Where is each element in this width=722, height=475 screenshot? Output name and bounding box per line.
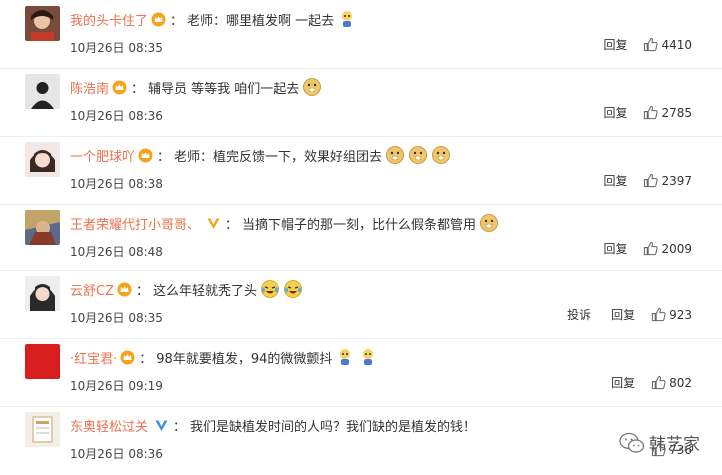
comment-item: 一个肥球吖 ： 老师：植完反馈一下，效果好组团去 10月26日 08:38 回复… (0, 136, 722, 205)
like-count: 4410 (661, 37, 692, 52)
comment-time: 10月26日 08:35 (70, 311, 163, 325)
report-button[interactable]: 投诉 (567, 306, 591, 323)
doge-emoji-icon (302, 77, 322, 97)
comment-time: 10月26日 08:36 (70, 447, 163, 461)
thumbs-up-icon (644, 241, 659, 256)
doge-emoji-icon (385, 145, 405, 165)
like-count: 2009 (661, 241, 692, 256)
reply-button[interactable]: 回复 (603, 104, 627, 121)
colon-separator: ： (225, 217, 239, 233)
thumbs-up-icon (644, 173, 659, 188)
bald-head-emoji-icon (358, 347, 378, 367)
comment-text: 98年就要植发，94的微微颤抖 (156, 351, 333, 367)
like-button[interactable]: 2009 (643, 241, 692, 256)
watermark: 韩艺家 (619, 430, 700, 455)
comment-time: 10月26日 08:35 (70, 41, 163, 55)
vip-crown-icon (120, 350, 135, 365)
comment-time: 10月26日 09:19 (70, 379, 163, 393)
vip-crown-icon (112, 80, 127, 95)
thumbs-up-icon (644, 37, 659, 52)
comment-text: 辅导员 等等我 咱们一起去 (148, 81, 300, 97)
colon-separator: ： (170, 13, 184, 29)
avatar[interactable] (25, 142, 60, 177)
laughing-tears-emoji-icon (260, 279, 280, 299)
doge-emoji-icon (408, 145, 428, 165)
avatar[interactable] (25, 344, 60, 379)
comment-time: 10月26日 08:38 (70, 177, 163, 191)
comment-item: 东奥轻松过关 ： 我们是缺植发时间的人吗？我们缺的是植发的钱！ 10月26日 0… (0, 406, 722, 475)
comment-item: 陈浩南 ： 辅导员 等等我 咱们一起去 10月26日 08:36 回复 2785 (0, 68, 722, 137)
like-button[interactable]: 923 (651, 307, 692, 322)
like-button[interactable]: 4410 (643, 37, 692, 52)
comment-text: 这么年轻就秃了头 (153, 283, 258, 299)
comment-time: 10月26日 08:36 (70, 109, 163, 123)
avatar[interactable] (25, 6, 60, 41)
vip-crown-icon (117, 282, 132, 297)
comment-text: 我们是缺植发时间的人吗？我们缺的是植发的钱！ (190, 419, 477, 435)
reply-button[interactable]: 回复 (611, 306, 635, 323)
like-button[interactable]: 802 (651, 375, 692, 390)
reply-button[interactable]: 回复 (611, 374, 635, 391)
avatar[interactable] (25, 412, 60, 447)
thumbs-up-icon (651, 375, 666, 390)
avatar[interactable] (25, 210, 60, 245)
thumbs-up-icon (644, 105, 659, 120)
doge-emoji-icon (479, 213, 499, 233)
comment-item: ·红宝君· ： 98年就要植发，94的微微颤抖 10月26日 09:19 回复 … (0, 338, 722, 407)
avatar[interactable] (25, 74, 60, 109)
comment-item: 云舒CZ ： 这么年轻就秃了头 10月26日 08:35 投诉 回复 923 (0, 270, 722, 339)
watermark-text: 韩艺家 (649, 435, 700, 455)
username[interactable]: 我的头卡住了 (70, 10, 148, 29)
wechat-icon (619, 432, 645, 453)
comment-text: 当摘下帽子的那一刻，比什么假条都管用 (242, 217, 477, 233)
vip-crown-icon (138, 148, 153, 163)
comment-time: 10月26日 08:48 (70, 245, 163, 259)
username[interactable]: 王者荣耀代打小哥哥、 (70, 214, 200, 233)
laughing-tears-emoji-icon (283, 279, 303, 299)
verified-v-icon (206, 216, 221, 231)
like-count: 802 (669, 375, 692, 390)
reply-button[interactable]: 回复 (603, 36, 627, 53)
bald-head-emoji-icon (337, 9, 357, 29)
like-button[interactable]: 2397 (643, 173, 692, 188)
colon-separator: ： (157, 149, 171, 165)
colon-separator: ： (173, 419, 187, 435)
reply-button[interactable]: 回复 (603, 240, 627, 257)
thumbs-up-icon (651, 307, 666, 322)
like-count: 2785 (661, 105, 692, 120)
bald-head-emoji-icon (335, 347, 355, 367)
colon-separator: ： (135, 283, 149, 299)
vip-crown-icon (151, 12, 166, 27)
like-count: 923 (669, 307, 692, 322)
username[interactable]: ·红宝君· (70, 348, 117, 367)
comment-text: 老师：植完反馈一下，效果好组团去 (174, 149, 383, 165)
colon-separator: ： (131, 81, 145, 97)
username[interactable]: 云舒CZ (70, 280, 114, 299)
comment-text: 老师：哪里植发啊 一起去 (187, 13, 335, 29)
username[interactable]: 陈浩南 (70, 78, 109, 97)
username[interactable]: 东奥轻松过关 (70, 416, 148, 435)
comment-item: 王者荣耀代打小哥哥、 ： 当摘下帽子的那一刻，比什么假条都管用 10月26日 0… (0, 204, 722, 271)
comment-feed: 我的头卡住了 ： 老师：哪里植发啊 一起去 10月26日 08:35 回复 44… (0, 0, 722, 475)
doge-emoji-icon (431, 145, 451, 165)
username[interactable]: 一个肥球吖 (70, 146, 135, 165)
reply-button[interactable]: 回复 (603, 172, 627, 189)
verified-v-icon (154, 418, 169, 433)
avatar[interactable] (25, 276, 60, 311)
comment-item: 我的头卡住了 ： 老师：哪里植发啊 一起去 10月26日 08:35 回复 44… (0, 0, 722, 69)
colon-separator: ： (139, 351, 153, 367)
like-count: 2397 (661, 173, 692, 188)
like-button[interactable]: 2785 (643, 105, 692, 120)
